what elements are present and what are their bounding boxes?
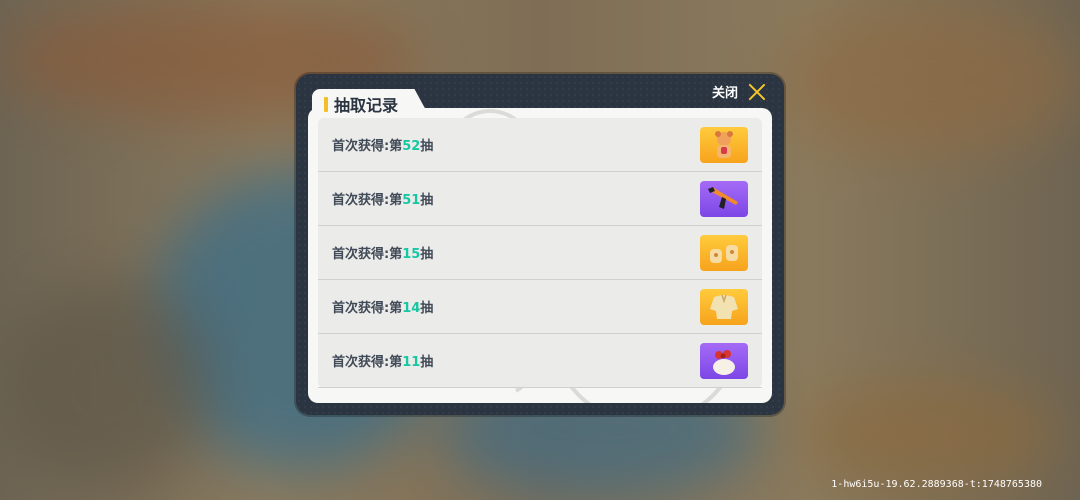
record-label: 首次获得:第14抽 xyxy=(332,301,434,316)
record-row: 首次获得:第14抽 xyxy=(318,280,762,334)
record-row: 首次获得:第52抽 xyxy=(318,118,762,172)
paw-gloves-icon xyxy=(710,244,738,263)
item-thumbnail[interactable] xyxy=(700,126,748,163)
background-blur-left xyxy=(0,280,210,490)
close-icon xyxy=(748,83,766,101)
draw-number: 51 xyxy=(402,193,421,208)
draw-number: 52 xyxy=(402,139,421,154)
item-thumbnail[interactable] xyxy=(700,288,748,325)
record-row: 首次获得:第51抽 xyxy=(318,172,762,226)
record-content: 首次获得:第52抽 首次获得:第51抽 首次获得:第15抽 首次获得:第14抽 … xyxy=(308,108,772,403)
red-bow-bun-icon xyxy=(713,349,735,375)
record-label: 首次获得:第52抽 xyxy=(332,139,434,154)
orange-rifle-icon xyxy=(708,186,738,209)
draw-record-dialog: 抽取记录 关闭 首次获得:第52抽 首次获得:第51抽 首次获得:第15抽 首次… xyxy=(296,74,784,415)
draw-number: 14 xyxy=(402,301,421,316)
record-label: 首次获得:第51抽 xyxy=(332,193,434,208)
draw-number: 11 xyxy=(402,355,421,370)
item-thumbnail[interactable] xyxy=(700,234,748,271)
background-blur-bottom-right xyxy=(800,380,1060,490)
cream-outfit-icon xyxy=(710,294,738,319)
draw-number: 15 xyxy=(402,247,421,262)
record-row: 首次获得:第15抽 xyxy=(318,226,762,280)
orange-bear-costume-icon xyxy=(715,130,733,158)
dialog-title-text: 抽取记录 xyxy=(334,96,399,115)
background-blur-top-right xyxy=(780,0,1080,160)
dialog-title: 抽取记录 xyxy=(324,92,398,116)
item-thumbnail[interactable] xyxy=(700,342,748,379)
build-id-text: 1-hw6i5u-19.62.2889368-t:1748765380 xyxy=(831,479,1042,490)
title-accent-bar xyxy=(324,96,328,112)
record-label: 首次获得:第11抽 xyxy=(332,355,434,370)
record-row: 首次获得:第11抽 xyxy=(318,334,762,388)
close-button[interactable]: 关闭 xyxy=(712,82,766,101)
item-thumbnail[interactable] xyxy=(700,180,748,217)
record-list[interactable]: 首次获得:第52抽 首次获得:第51抽 首次获得:第15抽 首次获得:第14抽 … xyxy=(318,118,762,388)
close-label: 关闭 xyxy=(711,86,738,101)
record-label: 首次获得:第15抽 xyxy=(332,247,434,262)
